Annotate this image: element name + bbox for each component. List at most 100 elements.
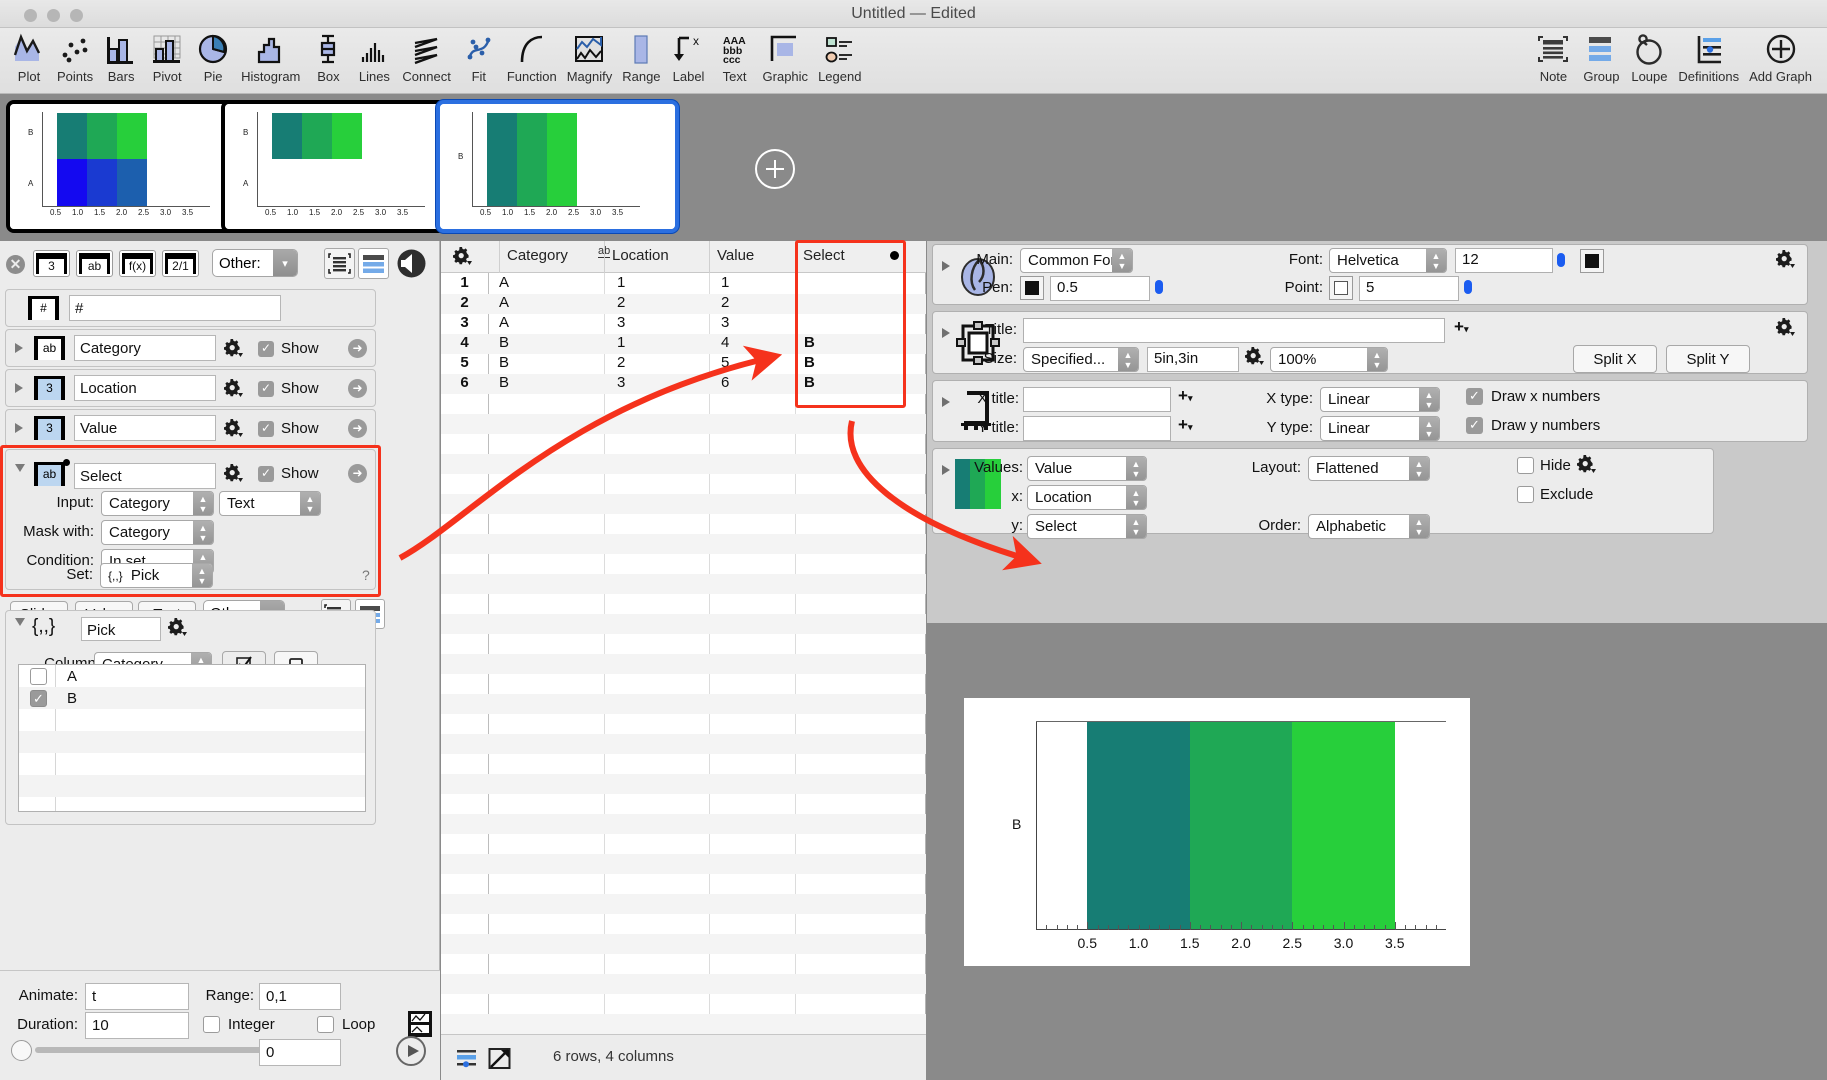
graph-title-field[interactable] — [1023, 318, 1445, 343]
add-graph-thumbnail-button[interactable] — [755, 149, 795, 189]
table-cell-value[interactable]: 1 — [721, 274, 729, 291]
size-value-field[interactable]: 5in,3in — [1147, 347, 1239, 372]
toolbar-button-function[interactable]: Function — [502, 30, 562, 84]
table-row-empty[interactable] — [441, 994, 926, 1014]
toolbar-button-connect[interactable]: Connect — [397, 30, 455, 84]
pen-width-field[interactable]: 0.5 — [1050, 276, 1150, 301]
table-cell-location[interactable]: 3 — [617, 374, 625, 391]
table-cell-category[interactable]: A — [499, 294, 509, 311]
expand-triangle-icon[interactable] — [15, 383, 23, 393]
main-font-dropdown[interactable]: Common Font ▲ ▼ — [1020, 248, 1133, 273]
split-y-button[interactable]: Split Y — [1666, 345, 1750, 373]
table-cell-value[interactable]: 2 — [721, 294, 729, 311]
toolbar-button-label[interactable]: x Label — [666, 30, 712, 84]
show-checkbox-value[interactable]: ✓ — [258, 421, 274, 437]
table-row-empty[interactable] — [441, 774, 926, 794]
table-row-empty[interactable] — [441, 454, 926, 474]
column-name-field-number[interactable]: # — [69, 295, 281, 321]
table-row-empty[interactable] — [441, 674, 926, 694]
toolbar-button-fit[interactable]: Fit — [456, 30, 502, 84]
add-number-column-button[interactable]: 3 — [33, 250, 70, 277]
layout-dropdown[interactable]: Flattened ▲ ▼ — [1308, 456, 1430, 481]
toolbar-button-box[interactable]: Box — [305, 30, 351, 84]
table-row-empty[interactable] — [441, 494, 926, 514]
collapse-triangle-icon[interactable] — [15, 464, 25, 477]
table-row-empty[interactable] — [441, 474, 926, 494]
gear-icon[interactable] — [1577, 455, 1597, 479]
bar-1[interactable] — [1087, 722, 1190, 929]
font-family-dropdown[interactable]: Helvetica ▲ ▼ — [1329, 248, 1447, 273]
table-edit-icon[interactable] — [488, 1047, 511, 1074]
column-row-number[interactable]: # # — [5, 289, 376, 327]
gear-icon[interactable] — [224, 379, 243, 397]
table-row-empty[interactable] — [441, 1014, 926, 1034]
add-title-icon[interactable]: +▾ — [1454, 317, 1468, 337]
pen-color-swatch[interactable] — [1020, 276, 1044, 300]
pivot-x-dropdown[interactable]: Location ▲ ▼ — [1027, 485, 1147, 510]
table-header-select[interactable]: Select — [795, 241, 926, 273]
toolbar-button-lines[interactable]: Lines — [351, 30, 397, 84]
bar-3[interactable] — [1292, 722, 1395, 929]
pick-name-field[interactable]: Pick — [81, 617, 161, 641]
table-row-empty[interactable] — [441, 614, 926, 634]
loop-checkbox[interactable] — [317, 1016, 334, 1033]
table-row[interactable]: 5 B 2 5 B — [441, 354, 926, 374]
gear-icon[interactable] — [1245, 347, 1265, 371]
table-row-empty[interactable] — [441, 694, 926, 714]
table-header-location[interactable]: Location — [604, 241, 709, 273]
table-row-empty[interactable] — [441, 934, 926, 954]
thumbnail-1[interactable]: B A 0.5 1.0 1.5 2.0 2.5 3.0 3.5 — [6, 100, 249, 233]
table-layout-icon[interactable] — [455, 1047, 478, 1074]
collapse-triangle-icon[interactable] — [15, 618, 25, 631]
thumbnail-2[interactable]: B A 0.5 1.0 1.5 2.0 2.5 3.0 3.5 — [221, 100, 464, 233]
set-dropdown[interactable]: {,,} Pick ▲ ▼ — [100, 563, 213, 588]
show-checkbox-category[interactable]: ✓ — [258, 341, 274, 357]
help-icon[interactable]: ? — [362, 567, 370, 583]
split-x-button[interactable]: Split X — [1573, 345, 1657, 373]
animate-duration-input[interactable]: 10 — [85, 1012, 189, 1039]
size-mode-dropdown[interactable]: Specified... ▲ ▼ — [1023, 347, 1139, 372]
input-source-dropdown[interactable]: Category ▲ ▼ — [101, 491, 214, 516]
table-cell-location[interactable]: 1 — [617, 274, 625, 291]
column-name-field-category[interactable]: Category — [74, 335, 216, 361]
table-row-empty[interactable] — [441, 394, 926, 414]
pick-item-checkbox-b[interactable]: ✓ — [30, 689, 47, 707]
table-cell-select[interactable]: B — [804, 374, 815, 391]
integer-checkbox[interactable] — [203, 1016, 220, 1033]
exclude-checkbox[interactable]: ✓ — [1517, 486, 1534, 503]
table-cell-value[interactable]: 6 — [721, 374, 729, 391]
table-row-empty[interactable] — [441, 434, 926, 454]
toolbar-button-group[interactable]: Group — [1577, 30, 1625, 84]
toolbar-button-bars[interactable]: Bars — [98, 30, 144, 84]
toolbar-button-note[interactable]: Note — [1529, 30, 1577, 84]
table-row-empty[interactable] — [441, 814, 926, 834]
animate-range-input[interactable]: 0,1 — [259, 983, 341, 1010]
table-row[interactable]: 3 A 3 3 — [441, 314, 926, 334]
column-name-field-value[interactable]: Value — [74, 415, 216, 441]
table-cell-select[interactable]: B — [804, 334, 815, 351]
toolbar-button-histogram[interactable]: Histogram — [236, 30, 305, 84]
toolbar-button-points[interactable]: Points — [52, 30, 98, 84]
order-dropdown[interactable]: Alphabetic ▲ ▼ — [1308, 514, 1430, 539]
table-cell-value[interactable]: 5 — [721, 354, 729, 371]
x-type-dropdown[interactable]: Linear ▲ ▼ — [1320, 387, 1440, 412]
toolbar-button-plot[interactable]: Plot — [6, 30, 52, 84]
toolbar-button-magnify[interactable]: Magnify — [562, 30, 618, 84]
gear-icon[interactable] — [224, 339, 243, 357]
animate-current-value-input[interactable]: 0 — [259, 1039, 341, 1066]
add-fraction-column-button[interactable]: 2/1 — [162, 250, 199, 277]
close-panel-button[interactable]: ✕ — [6, 255, 25, 274]
add-text-column-button[interactable]: ab — [76, 250, 113, 277]
table-row[interactable]: 2 A 2 2 — [441, 294, 926, 314]
values-dropdown[interactable]: Value ▲ ▼ — [1027, 456, 1147, 481]
column-name-field-location[interactable]: Location — [74, 375, 216, 401]
table-header-value[interactable]: Value — [709, 241, 795, 273]
table-row-empty[interactable] — [441, 734, 926, 754]
sound-icon[interactable] — [396, 248, 427, 283]
pick-item-checkbox-a[interactable] — [30, 667, 47, 685]
table-cell-category[interactable]: A — [499, 314, 509, 331]
point-color-swatch[interactable] — [1329, 276, 1353, 300]
column-row-value[interactable]: 3 Value ✓ Show ➜ — [5, 409, 376, 447]
pick-items-list[interactable]: A ✓ B — [18, 664, 366, 812]
draw-y-numbers-checkbox[interactable]: ✓ — [1466, 417, 1483, 434]
